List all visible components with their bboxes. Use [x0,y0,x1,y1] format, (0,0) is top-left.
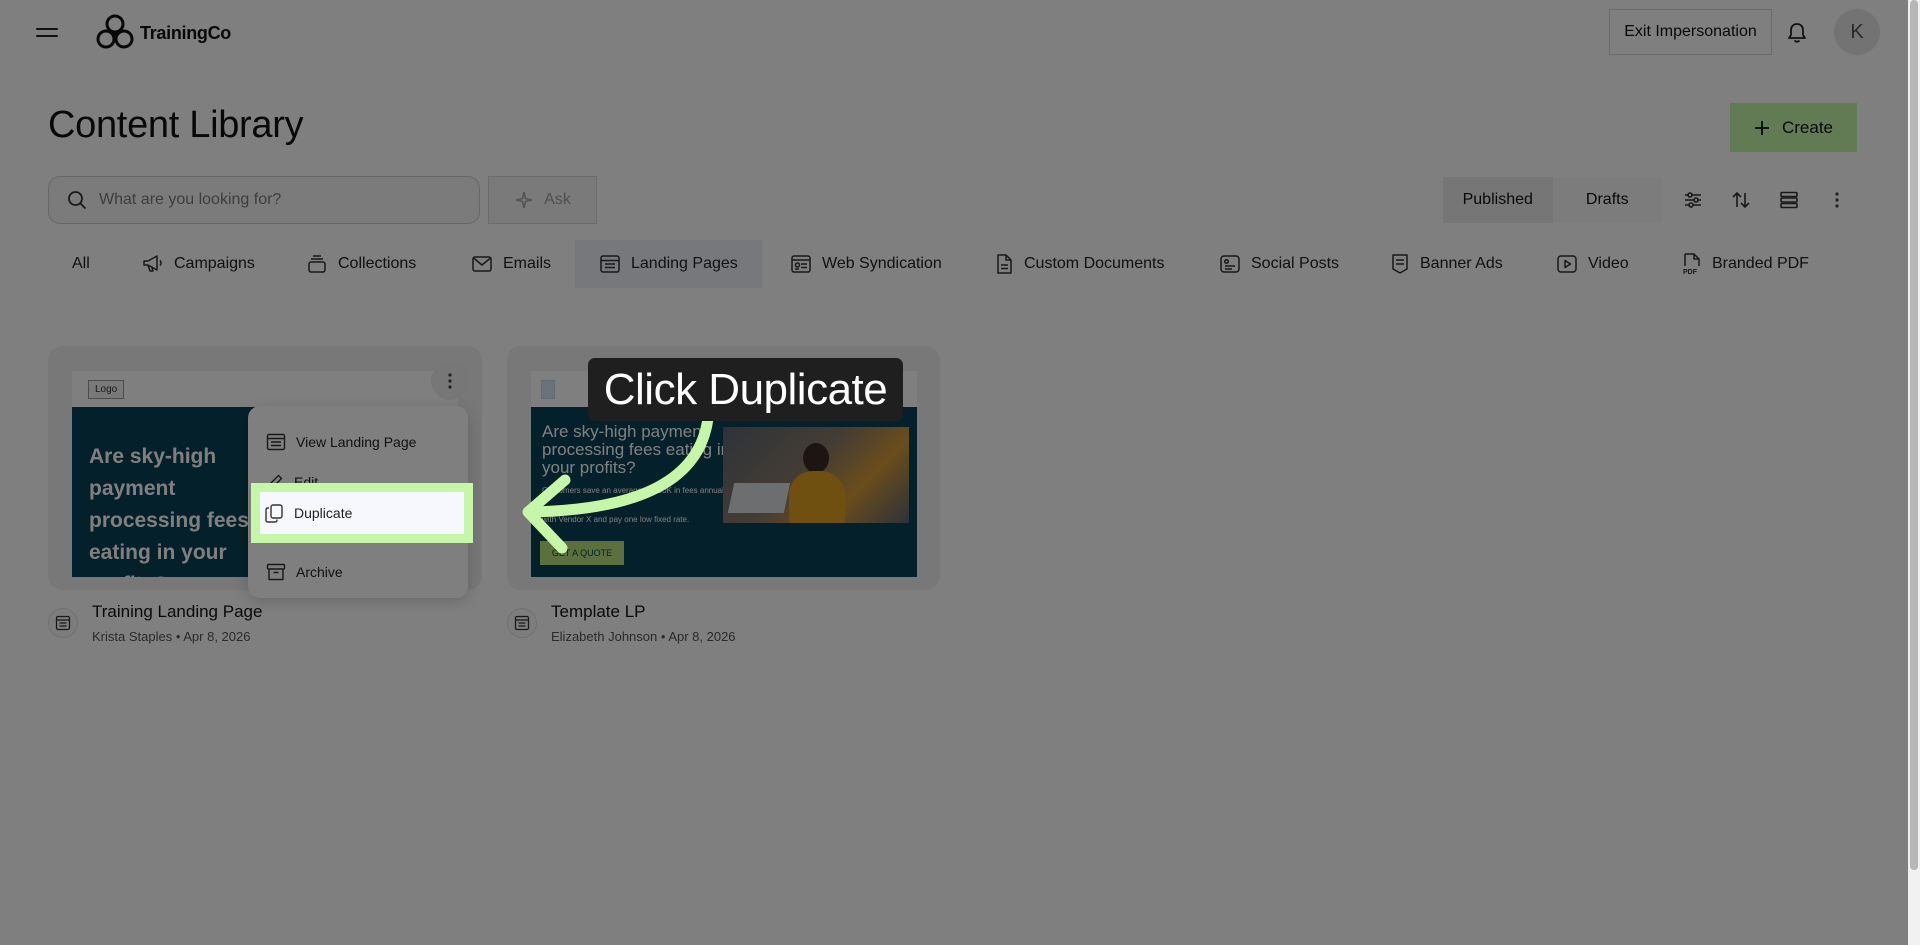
tab-collections[interactable]: Collections [294,240,428,288]
card-subtitle: Elizabeth Johnson • Apr 8, 2026 [551,629,736,644]
search-icon [68,191,87,210]
search-box [48,176,480,224]
published-toggle[interactable]: Published [1443,177,1553,223]
tab-label: Campaigns [174,255,255,272]
duplicate-icon [265,504,283,523]
social-post-icon [1220,255,1240,273]
menu-item-label: Duplicate [294,505,353,521]
tab-web-syndication[interactable]: Web Syndication [778,240,954,288]
landing-page-icon [48,608,78,638]
tab-label: Banner Ads [1420,255,1503,272]
tab-label: Landing Pages [631,255,738,272]
preview-header: Logo [72,371,458,407]
landing-page-icon [600,255,620,273]
tab-label: Video [1588,255,1629,272]
stack-icon [308,255,326,273]
logo-mark-icon [96,14,134,49]
card-subtitle: Krista Staples • Apr 8, 2026 [92,629,251,644]
bell-icon[interactable] [1784,20,1810,46]
preview-hero: Are sky-high payment processing fees eat… [531,407,917,577]
tab-emails[interactable]: Emails [459,240,563,288]
document-icon [997,254,1012,274]
sparkle-icon [515,191,533,209]
card-author: Elizabeth Johnson [551,629,658,644]
envelope-icon [472,256,492,272]
web-syndication-icon [791,255,811,273]
search-input[interactable] [99,191,459,209]
card-meta: Template LP Elizabeth Johnson • Apr 8, 2… [507,602,736,644]
logo[interactable]: TrainingCo [94,12,231,54]
logo-text: TrainingCo [140,22,231,43]
tab-label: All [72,255,90,272]
menu-item-label: View Landing Page [296,434,417,450]
preview-logo: Logo [88,380,125,399]
ask-button-label: Ask [544,191,571,208]
preview-body: with Vendor X and pay one low fixed rate… [542,515,690,524]
tab-label: Web Syndication [822,255,942,272]
tab-video[interactable]: Video [1544,240,1641,288]
filter-sliders-icon[interactable] [1681,188,1705,212]
tab-custom-documents[interactable]: Custom Documents [982,240,1177,288]
card-author: Krista Staples [92,629,173,644]
status-toggle: Published Drafts [1443,177,1662,223]
card-date: Apr 8, 2026 [183,629,251,644]
top-bar: TrainingCo Exit Impersonation K [0,0,1920,64]
menu-item-archive[interactable]: Archive [262,553,458,591]
tab-branded-pdf[interactable]: PDF Branded PDF [1670,240,1821,288]
tab-label: Social Posts [1251,255,1340,272]
preview-cta-button: GET A QUOTE [540,541,624,565]
landing-page-icon [266,433,286,451]
card-title[interactable]: Template LP [551,602,736,622]
card-meta: Training Landing Page Krista Staples • A… [48,602,262,644]
megaphone-icon [143,255,162,272]
pdf-icon: PDF [1683,253,1700,276]
page-scrollbar[interactable] [1908,0,1920,945]
list-view-icon[interactable] [1777,188,1801,212]
tab-label: Collections [338,255,417,272]
archive-icon [266,563,286,581]
tab-social-posts[interactable]: Social Posts [1207,240,1351,288]
sort-icon[interactable] [1729,188,1753,212]
menu-item-duplicate[interactable]: Duplicate [262,493,462,533]
tab-landing-pages[interactable]: Landing Pages [575,240,762,288]
tab-campaigns[interactable]: Campaigns [130,240,267,288]
card-title[interactable]: Training Landing Page [92,602,262,622]
create-button-label: Create [1781,117,1834,137]
page-title: Content Library [48,104,304,146]
ask-button[interactable]: Ask [488,176,597,224]
create-button[interactable]: Create [1730,103,1857,152]
walkthrough-callout: Click Duplicate [588,358,903,421]
card-date: Apr 8, 2026 [668,629,736,644]
preview-body: Customers save an average of $30K in fee… [542,486,730,495]
menu-item-view-landing-page[interactable]: View Landing Page [262,423,458,461]
drafts-toggle[interactable]: Drafts [1552,177,1662,223]
banner-icon [1392,254,1408,274]
tab-all[interactable]: All [60,240,102,288]
scrollbar-thumb[interactable] [1910,0,1918,870]
svg-text:PDF: PDF [1683,269,1698,276]
tab-label: Branded PDF [1712,255,1809,272]
preview-photo [723,427,909,523]
menu-icon[interactable] [36,22,58,42]
more-options-icon[interactable] [1825,188,1849,212]
avatar[interactable]: K [1834,9,1880,55]
plus-icon [1754,120,1769,135]
menu-item-label: Archive [296,564,343,580]
landing-page-icon [507,608,537,638]
exit-impersonation-button[interactable]: Exit Impersonation [1609,9,1772,55]
tab-banner-ads[interactable]: Banner Ads [1378,240,1515,288]
tab-label: Emails [503,255,552,272]
card-more-icon[interactable] [431,362,469,400]
preview-logo [541,380,555,399]
tab-label: Custom Documents [1024,255,1165,272]
preview-headline: Are sky-high payment processing fees eat… [542,422,731,477]
video-icon [1557,255,1577,273]
